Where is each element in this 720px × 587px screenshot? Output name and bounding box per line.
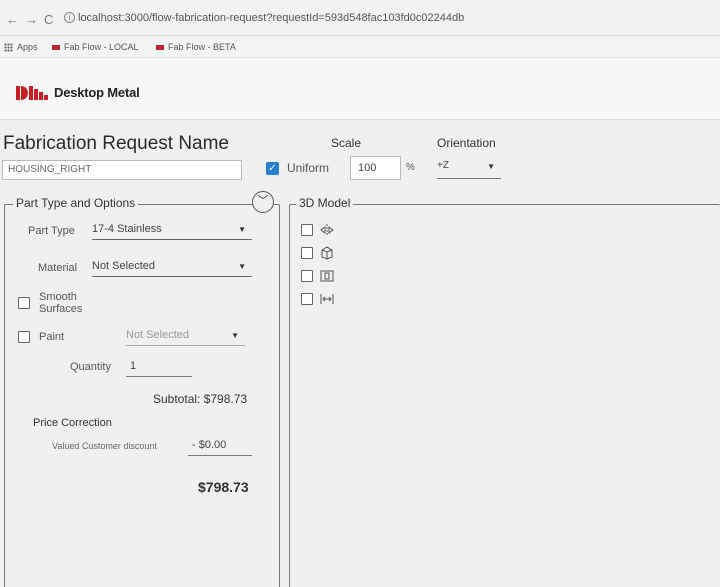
scale-input[interactable]: 100 — [350, 156, 401, 180]
orientation-select[interactable]: +Z ▼ — [437, 158, 501, 179]
tool-checkbox[interactable] — [301, 293, 313, 305]
quantity-input[interactable]: 1 — [126, 357, 192, 377]
tool-split-axis[interactable] — [301, 223, 335, 237]
apps-grid-icon — [4, 42, 13, 52]
app-header: Desktop Metal — [0, 58, 720, 120]
chevron-down-icon[interactable]: ﹀ — [252, 191, 274, 213]
tool-fit-width[interactable] — [301, 292, 335, 306]
reload-icon[interactable]: C — [44, 12, 53, 27]
logo-mark-icon — [16, 84, 48, 100]
tool-cube[interactable] — [301, 246, 335, 260]
price-correction-label: Price Correction — [33, 417, 112, 429]
page-title: Fabrication Request Name — [3, 133, 229, 154]
subtotal-text: Subtotal: $798.73 — [153, 392, 248, 406]
bookmarks-bar: Apps Fab Flow - LOCAL Fab Flow - BETA — [0, 36, 720, 58]
material-label: Material — [38, 262, 78, 274]
browser-address-bar: ← → C i localhost:3000/flow-fabrication-… — [0, 0, 720, 36]
tool-box-side[interactable] — [301, 269, 335, 283]
uniform-checkbox[interactable]: ✓ — [266, 162, 279, 175]
tool-checkbox[interactable] — [301, 270, 313, 282]
discount-input[interactable]: - $0.00 — [188, 436, 252, 456]
part-type-label: Part Type — [28, 225, 75, 237]
split-axis-icon — [320, 224, 334, 236]
brand-name: Desktop Metal — [54, 84, 140, 100]
discount-label: Valued Customer discount — [52, 441, 157, 451]
caret-down-icon: ▼ — [231, 331, 239, 340]
caret-down-icon: ▼ — [238, 262, 246, 271]
smooth-surfaces-label: Smooth Surfaces — [39, 291, 83, 315]
part-type-select[interactable]: 17-4 Stainless ▼ — [92, 221, 252, 240]
box-side-icon — [320, 270, 334, 282]
3d-model-legend: 3D Model — [296, 196, 354, 210]
tool-checkbox[interactable] — [301, 224, 313, 236]
paint-select[interactable]: Not Selected ▼ — [126, 327, 245, 346]
fit-width-icon — [320, 294, 334, 304]
scale-unit: % — [406, 162, 415, 173]
main-content: Fabrication Request Name HOUSING_RIGHT S… — [0, 120, 720, 587]
smooth-surfaces-checkbox[interactable] — [18, 297, 30, 309]
quantity-label: Quantity — [70, 361, 111, 373]
bookmark-fab-flow-local[interactable]: Fab Flow - LOCAL — [52, 42, 139, 52]
info-icon[interactable]: i — [64, 12, 75, 23]
bookmark-fab-flow-beta[interactable]: Fab Flow - BETA — [156, 42, 236, 52]
caret-down-icon: ▼ — [238, 225, 246, 234]
paint-checkbox[interactable] — [18, 331, 30, 343]
cube-icon — [321, 246, 333, 260]
uniform-label: Uniform — [287, 161, 330, 175]
caret-down-icon: ▼ — [487, 162, 495, 171]
forward-arrow-icon[interactable]: → — [25, 12, 38, 27]
bookmark-favicon-icon — [52, 44, 60, 50]
material-select[interactable]: Not Selected ▼ — [92, 258, 252, 277]
bookmark-apps[interactable]: Apps — [4, 42, 38, 52]
tool-checkbox[interactable] — [301, 247, 313, 259]
total-price: $798.73 — [198, 479, 249, 495]
request-name-input[interactable]: HOUSING_RIGHT — [2, 160, 242, 180]
paint-label: Paint — [39, 331, 65, 343]
scale-label: Scale — [331, 136, 362, 150]
bookmark-favicon-icon — [156, 44, 164, 50]
3d-model-panel: 3D Model — [289, 196, 720, 587]
url-text[interactable]: localhost:3000/flow-fabrication-request?… — [78, 12, 464, 24]
part-options-legend: Part Type and Options — [13, 196, 139, 210]
orientation-label: Orientation — [437, 136, 496, 150]
back-arrow-icon[interactable]: ← — [6, 12, 19, 27]
desktop-metal-logo[interactable]: Desktop Metal — [16, 84, 140, 100]
